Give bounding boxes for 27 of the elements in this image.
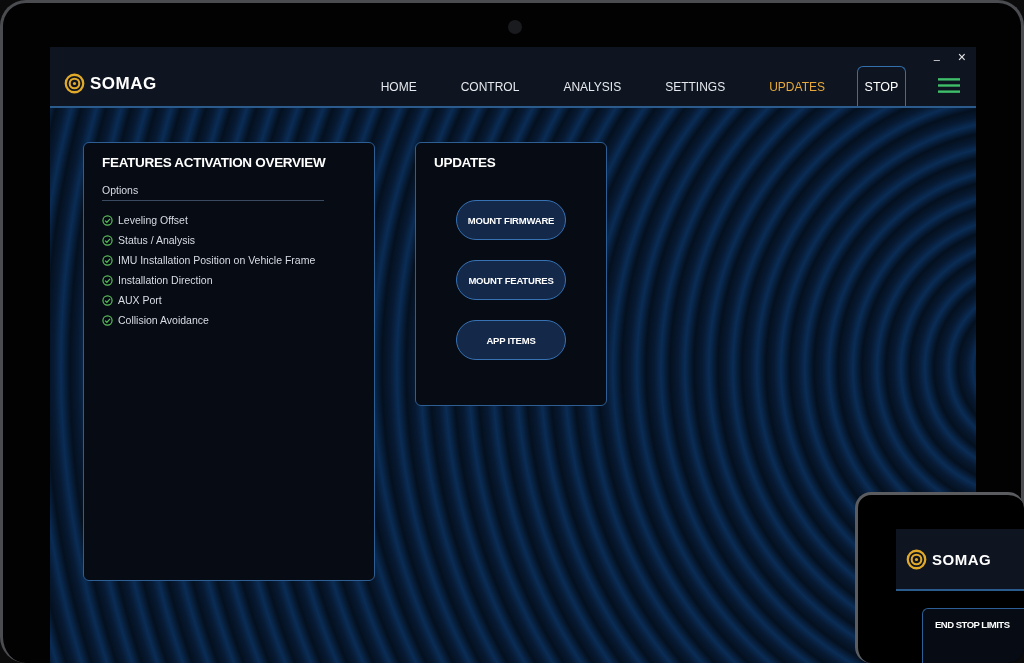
- update-button[interactable]: APP ITEMS: [456, 320, 566, 360]
- menu-icon[interactable]: [938, 77, 960, 94]
- camera-icon: [508, 20, 522, 34]
- feature-label: Collision Avoidance: [118, 314, 209, 326]
- close-button[interactable]: ×: [955, 49, 968, 65]
- nav-tab[interactable]: ANALYSIS: [541, 80, 644, 106]
- panel-title: FEATURES ACTIVATION OVERVIEW: [102, 155, 327, 170]
- panel-title: UPDATES: [434, 155, 496, 170]
- nav-tab[interactable]: CONTROL: [438, 80, 542, 106]
- update-button[interactable]: MOUNT FEATURES: [456, 260, 566, 300]
- feature-label: Installation Direction: [118, 274, 213, 286]
- update-button[interactable]: MOUNT FIRMWARE: [456, 200, 566, 240]
- panel-title: END STOP LIMITS: [935, 619, 1011, 630]
- panel-subtitle: Options: [102, 170, 324, 201]
- logo-text: SOMAG: [90, 73, 157, 94]
- stop-button[interactable]: STOP: [857, 66, 906, 106]
- nav-tab[interactable]: UPDATES: [747, 80, 847, 106]
- feature-label: IMU Installation Position on Vehicle Frame: [118, 254, 316, 266]
- feature-label: AUX Port: [118, 294, 162, 306]
- target-icon: [906, 548, 927, 570]
- feature-label: Leveling Offset: [118, 214, 188, 226]
- target-icon: [64, 73, 85, 94]
- nav-tab[interactable]: SETTINGS: [643, 80, 748, 106]
- minimize-button[interactable]: –: [931, 49, 942, 65]
- feature-label: Status / Analysis: [118, 234, 196, 246]
- nav-tab[interactable]: HOME: [358, 80, 439, 106]
- logo-text: SOMAG: [932, 550, 992, 568]
